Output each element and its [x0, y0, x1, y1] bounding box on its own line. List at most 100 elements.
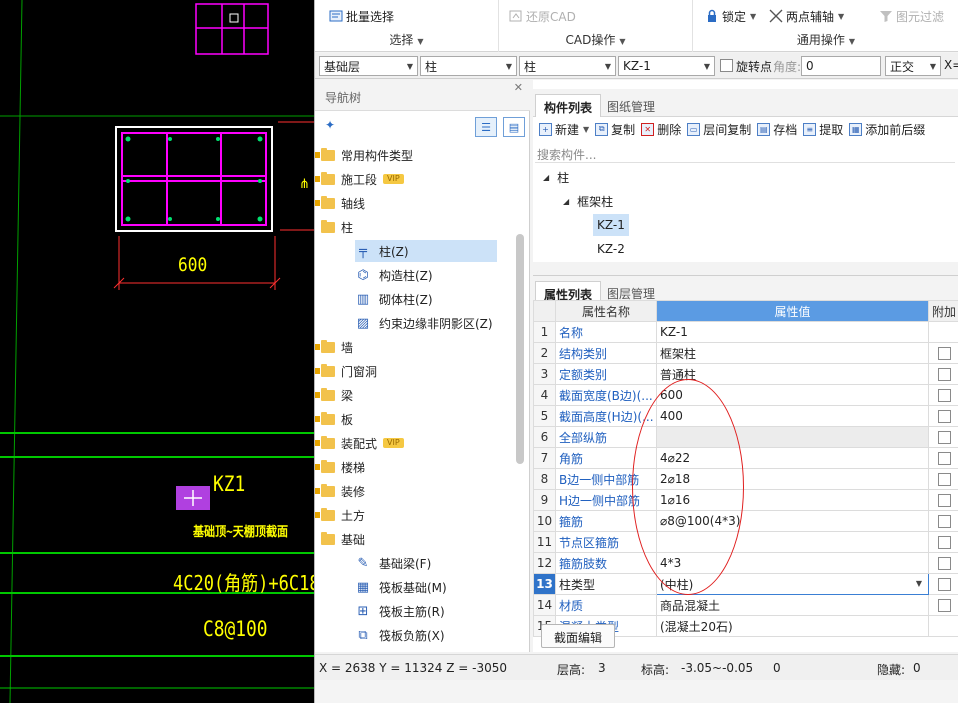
property-value[interactable]: 4*3 [656, 552, 929, 574]
new-button[interactable]: + 新建 ▼ [539, 121, 589, 138]
restore-cad-button[interactable]: 还原CAD [509, 6, 576, 26]
element-filter-button[interactable]: 图元过滤 [879, 6, 944, 26]
layer-select[interactable]: 基础层 ▼ [319, 56, 418, 76]
close-icon[interactable]: ✕ [514, 81, 523, 94]
property-value[interactable]: 4⌀22 [656, 447, 929, 469]
tree-item-raft-negative-rebar[interactable]: ⧉ 筏板负筋(X) [355, 624, 444, 646]
extra-checkbox[interactable] [937, 368, 951, 381]
tab-drawing-management[interactable]: 图纸管理 [599, 94, 663, 117]
column-section[interactable] [115, 126, 273, 232]
selected-column-marker[interactable] [176, 486, 210, 510]
copy-button[interactable]: ⧉ 复制 [595, 121, 635, 138]
section-edit-button[interactable]: 截面编辑 [541, 624, 616, 648]
tree-item-openings[interactable]: 门窗洞 [315, 360, 377, 382]
extra-checkbox[interactable] [937, 431, 951, 444]
tree-item-column-z[interactable]: ╤ 柱(Z) [355, 240, 497, 262]
extra-checkbox[interactable] [937, 515, 951, 528]
extra-checkbox[interactable] [937, 599, 951, 612]
ribbon-group-label[interactable]: 选择 ▼ [315, 31, 498, 48]
tree-item-raft-foundation[interactable]: ▦ 筏板基础(M) [355, 576, 447, 598]
nav-scrollbar[interactable] [516, 234, 524, 464]
tree-item-raft-main-rebar[interactable]: ⊞ 筏板主筋(R) [355, 600, 445, 622]
property-value[interactable]: 商品混凝土 [656, 594, 929, 616]
table-row[interactable]: 6 全部纵筋 [533, 426, 958, 448]
extra-checkbox[interactable] [937, 410, 951, 423]
tree-item-foundation-beam[interactable]: ✎ 基础梁(F) [355, 552, 432, 574]
panel-view-button[interactable]: ▤ [503, 117, 525, 137]
delete-button[interactable]: ✕ 删除 [641, 121, 681, 138]
tree-item-axis[interactable]: 轴线 [315, 192, 365, 214]
component-select[interactable]: KZ-1 ▼ [618, 56, 715, 76]
property-value[interactable]: ⌀8@100(4*3) [656, 510, 929, 532]
category-select[interactable]: 柱 ▼ [420, 56, 517, 76]
extra-checkbox[interactable] [937, 347, 951, 360]
tree-node-frame-column[interactable]: ◢ 框架柱 [563, 190, 613, 212]
table-row-selected[interactable]: 13 柱类型 (中柱) ▼ [533, 573, 958, 595]
tree-item-wall[interactable]: 墙 [315, 336, 353, 358]
column-type-dropdown[interactable]: (中柱) ▼ [656, 573, 929, 595]
table-row[interactable]: 11 节点区箍筋 [533, 531, 958, 553]
table-row[interactable]: 10 箍筋 ⌀8@100(4*3) [533, 510, 958, 532]
two-point-axis-button[interactable]: 两点辅轴 ▼ [769, 6, 844, 26]
table-row[interactable]: 1 名称 KZ-1 [533, 321, 958, 343]
property-value[interactable] [656, 531, 929, 553]
tree-item-foundation[interactable]: 基础 [321, 528, 365, 550]
cad-drawing[interactable]: ⋔ [0, 0, 314, 703]
property-value[interactable]: (混凝土20石) [656, 615, 929, 637]
property-value[interactable]: 1⌀16 [656, 489, 929, 511]
extra-checkbox[interactable] [937, 536, 951, 549]
add-affix-button[interactable]: ▦ 添加前后缀 [849, 121, 925, 138]
extra-checkbox[interactable] [937, 452, 951, 465]
extra-checkbox[interactable] [937, 557, 951, 570]
tree-item-prefab[interactable]: 装配式 VIP [315, 432, 404, 454]
table-row[interactable]: 3 定额类别 普通柱 [533, 363, 958, 385]
property-value[interactable]: 普通柱 [656, 363, 929, 385]
tree-item-construction-section[interactable]: 施工段 VIP [315, 168, 404, 190]
tree-item-slab[interactable]: 板 [315, 408, 353, 430]
table-row[interactable]: 8 B边一侧中部筋 2⌀18 [533, 468, 958, 490]
list-view-button[interactable]: ☰ [475, 117, 497, 137]
rotate-point-checkbox[interactable] [720, 59, 733, 72]
extra-checkbox[interactable] [937, 473, 951, 486]
ortho-select[interactable]: 正交 ▼ [885, 56, 941, 76]
cad-viewport[interactable]: ⋔ 600 KZ1 基础顶~天棚顶截面 4C20(角筋)+6C18 C8@100 [0, 0, 314, 703]
ribbon-group-label[interactable]: CAD操作 ▼ [499, 31, 692, 48]
tree-item-boundary-zone[interactable]: ▨ 约束边缘非阴影区(Z) [355, 312, 493, 334]
tree-item-masonry-column[interactable]: ▥ 砌体柱(Z) [355, 288, 433, 310]
type-select[interactable]: 柱 ▼ [519, 56, 616, 76]
angle-input[interactable]: 0 [801, 56, 881, 76]
tree-node-kz2[interactable]: KZ-2 [597, 238, 625, 260]
batch-select-button[interactable]: 批量选择 [329, 6, 394, 26]
extra-checkbox[interactable] [937, 578, 951, 591]
property-value[interactable]: 2⌀18 [656, 468, 929, 490]
tree-item-stairs[interactable]: 楼梯 [315, 456, 365, 478]
property-value[interactable]: 框架柱 [656, 342, 929, 364]
sparkle-icon[interactable]: ✦ [325, 118, 335, 132]
tree-node-column[interactable]: ◢ 柱 [543, 166, 569, 188]
extra-checkbox[interactable] [937, 494, 951, 507]
tree-item-column[interactable]: 柱 [321, 216, 353, 238]
property-value[interactable] [656, 426, 929, 448]
property-value[interactable]: 600 [656, 384, 929, 406]
component-search-input[interactable]: 搜索构件... [535, 143, 955, 163]
tab-component-list[interactable]: 构件列表 [535, 94, 602, 117]
ribbon-group-label[interactable]: 通用操作 ▼ [693, 31, 958, 48]
tree-item-constructional-column[interactable]: ⌬ 构造柱(Z) [355, 264, 432, 286]
table-row[interactable]: 5 截面高度(H边)(... 400 [533, 405, 958, 427]
property-value[interactable]: KZ-1 [656, 321, 929, 343]
extra-checkbox[interactable] [937, 389, 951, 402]
lock-button[interactable]: 锁定 ▼ [705, 6, 756, 26]
floor-copy-button[interactable]: ▭ 层间复制 [687, 121, 751, 138]
table-row[interactable]: 9 H边一侧中部筋 1⌀16 [533, 489, 958, 511]
tree-item-decoration[interactable]: 装修 [315, 480, 365, 502]
table-row[interactable]: 4 截面宽度(B边)(... 600 [533, 384, 958, 406]
table-row[interactable]: 14 材质 商品混凝土 [533, 594, 958, 616]
table-row[interactable]: 7 角筋 4⌀22 [533, 447, 958, 469]
extract-button[interactable]: ≡ 提取 [803, 121, 843, 138]
table-row[interactable]: 12 箍筋肢数 4*3 [533, 552, 958, 574]
tree-item-earthwork[interactable]: 土方 [315, 504, 365, 526]
tree-item-common-types[interactable]: 常用构件类型 [315, 144, 413, 166]
table-row[interactable]: 2 结构类别 框架柱 [533, 342, 958, 364]
property-value[interactable]: 400 [656, 405, 929, 427]
tree-node-kz1[interactable]: KZ-1 [593, 214, 629, 236]
